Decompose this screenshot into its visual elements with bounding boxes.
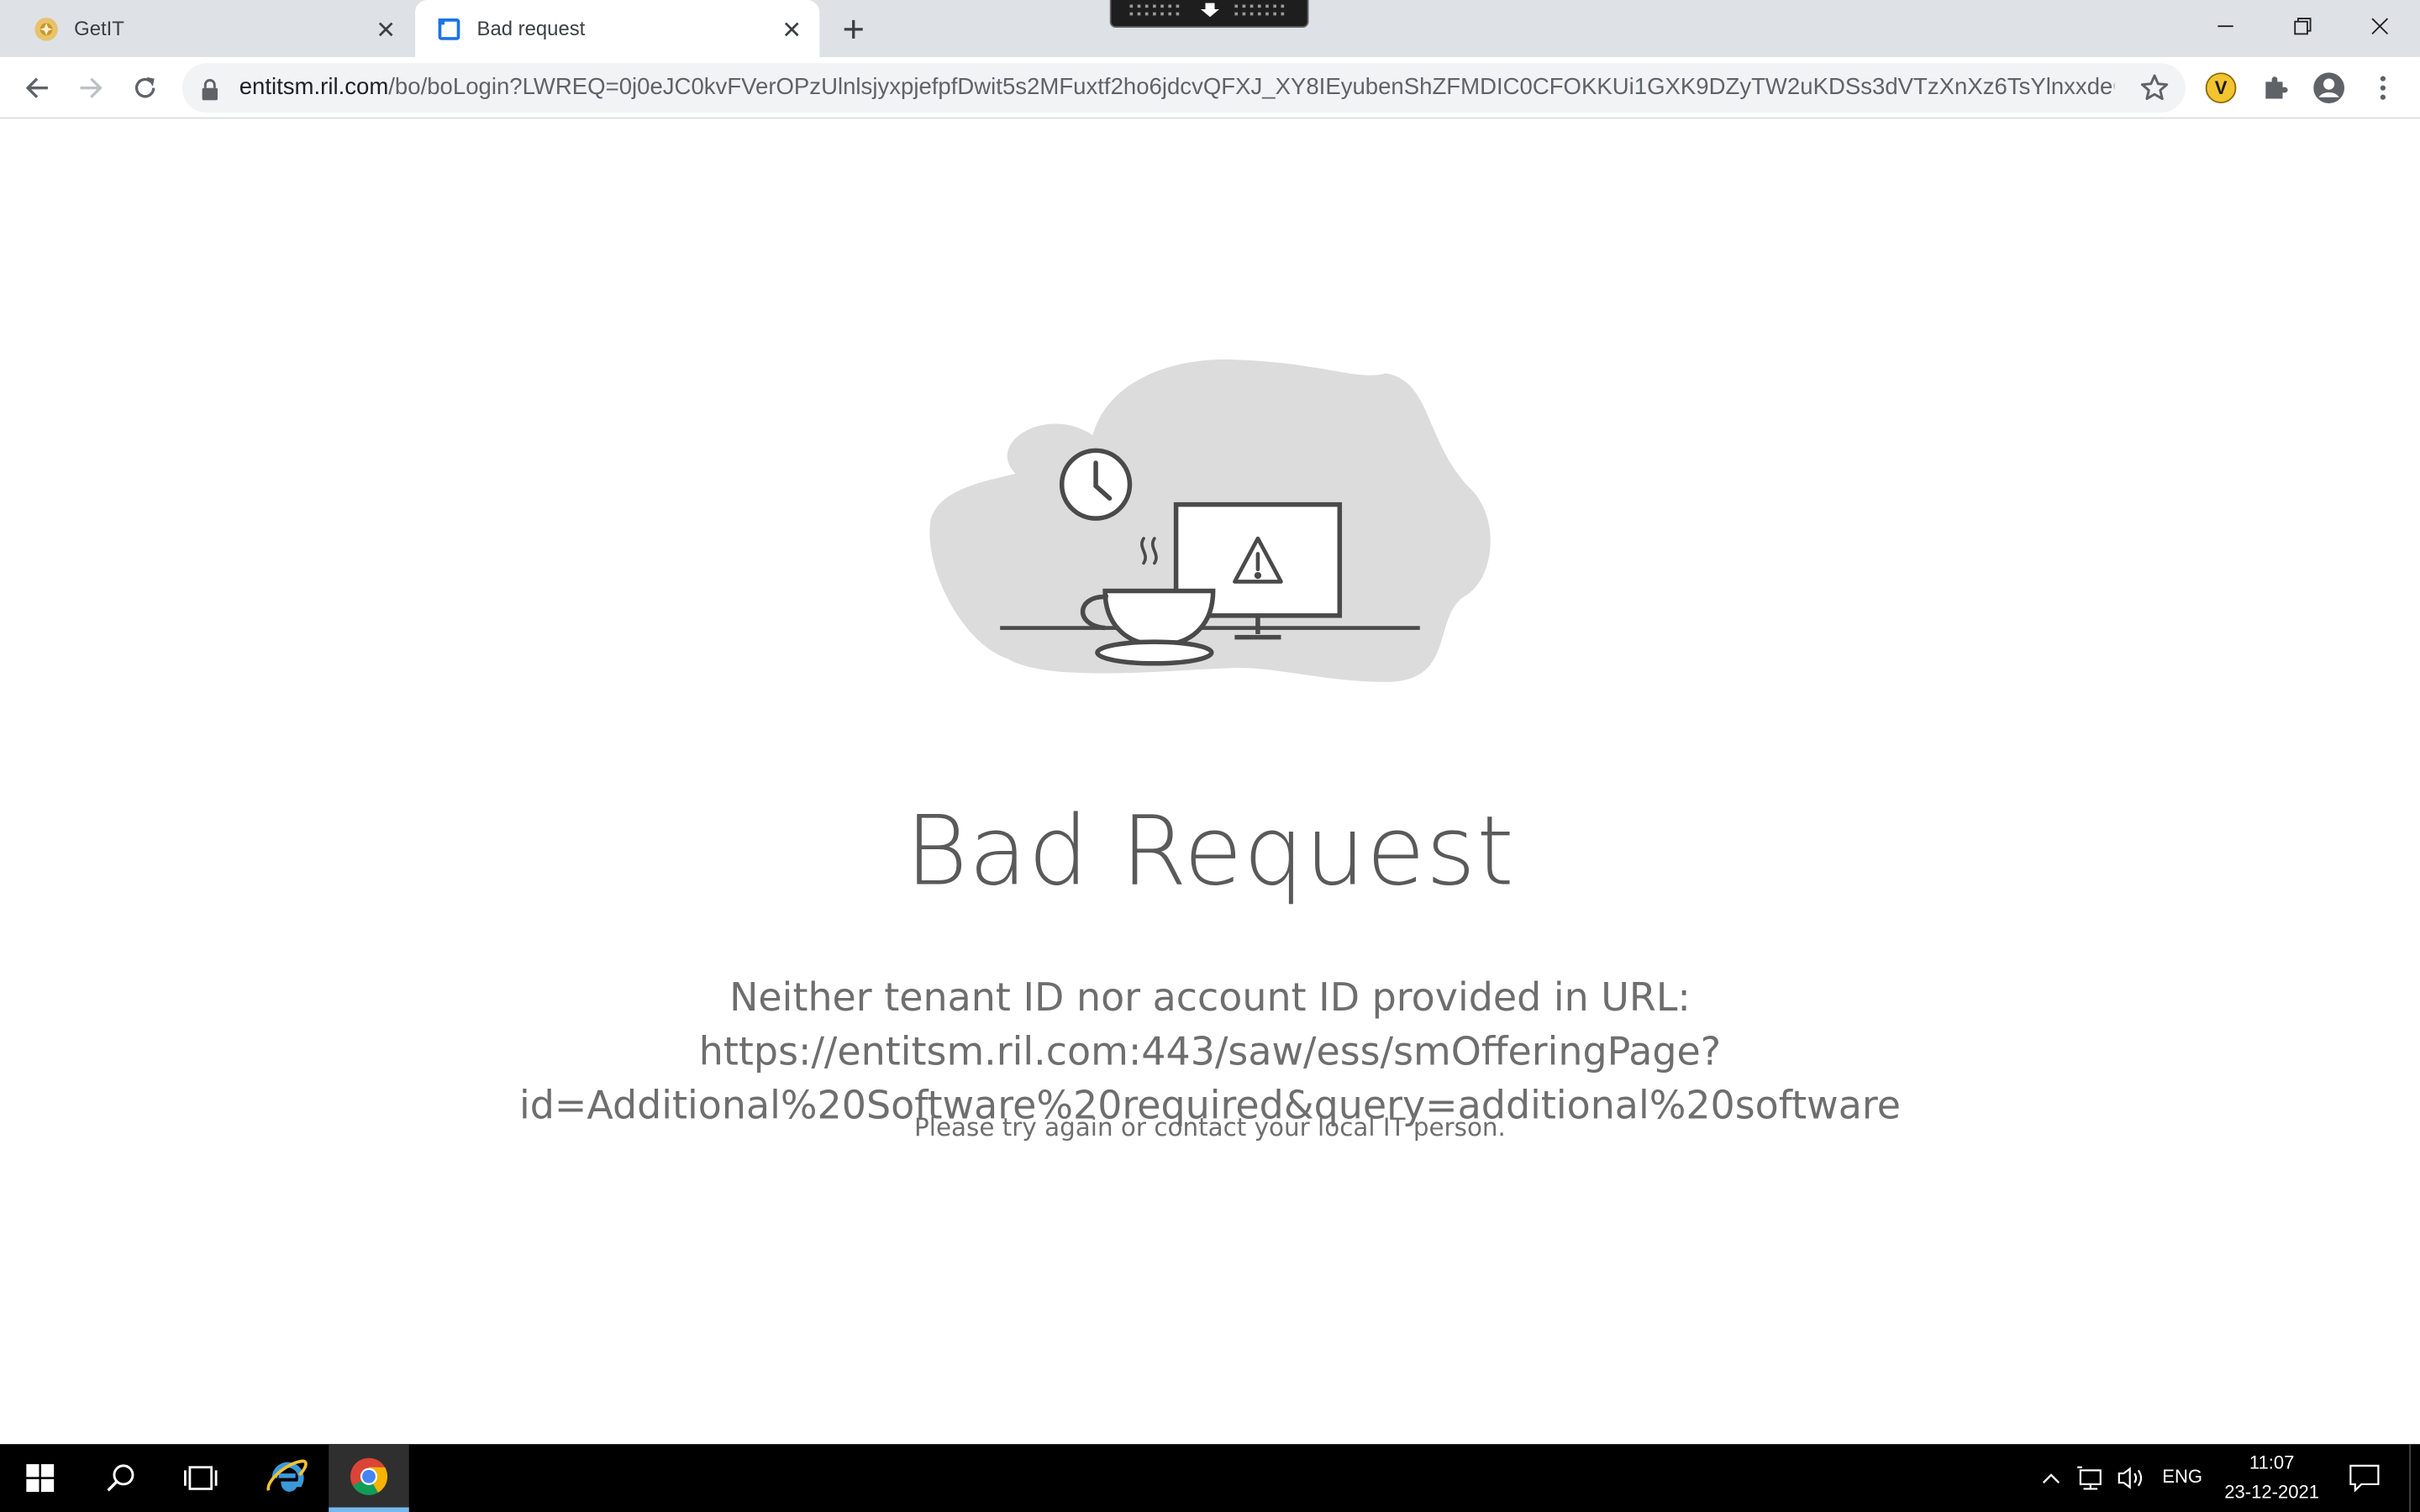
screen: GetIT Bad request entitsm.ril.com/bo/boL… bbox=[0, 0, 2420, 1512]
tab-getit[interactable]: GetIT bbox=[13, 0, 414, 57]
clock-date[interactable]: 23-12-2021 bbox=[2217, 1481, 2326, 1503]
minimize-button[interactable] bbox=[2187, 0, 2265, 51]
extension-badge: V bbox=[2215, 77, 2228, 98]
reload-button[interactable] bbox=[124, 66, 166, 109]
url-host: entitsm.ril.com bbox=[239, 74, 389, 101]
new-tab-button[interactable] bbox=[835, 11, 872, 48]
chrome-taskbar-icon[interactable] bbox=[329, 1444, 409, 1512]
windows-taskbar: ENG 11:07 23-12-2021 bbox=[0, 1444, 2420, 1512]
menu-kebab-icon[interactable] bbox=[2361, 66, 2404, 109]
address-bar[interactable]: entitsm.ril.com/bo/boLogin?LWREQ=0j0eJC0… bbox=[182, 63, 2186, 113]
error-message-line-1: Neither tenant ID nor account ID provide… bbox=[698, 974, 1722, 1074]
coffee-break-illustration bbox=[929, 359, 1491, 682]
profile-avatar-icon[interactable] bbox=[2307, 66, 2350, 109]
tab-strip: GetIT Bad request bbox=[0, 0, 2420, 57]
tab-bad-request[interactable]: Bad request bbox=[415, 0, 820, 57]
start-button[interactable] bbox=[0, 1444, 81, 1512]
error-message: Neither tenant ID nor account ID provide… bbox=[232, 970, 2189, 1132]
input-language[interactable]: ENG bbox=[2162, 1466, 2202, 1488]
getit-favicon-icon bbox=[34, 16, 58, 40]
tab-title: GetIT bbox=[74, 17, 124, 40]
page-favicon-icon bbox=[437, 16, 461, 40]
volume-icon[interactable] bbox=[2112, 1444, 2152, 1512]
clock-time[interactable]: 11:07 bbox=[2224, 1452, 2320, 1473]
page-title: Bad Request bbox=[905, 794, 1515, 907]
close-tab-icon[interactable] bbox=[371, 13, 402, 45]
show-desktop-strip[interactable] bbox=[2409, 1444, 2420, 1512]
extension-v-icon[interactable]: V bbox=[2199, 66, 2242, 109]
lock-icon[interactable] bbox=[201, 77, 219, 107]
clock-icon bbox=[1059, 448, 1133, 521]
tab-title: Bad request bbox=[476, 17, 586, 40]
browser-toolbar: entitsm.ril.com/bo/boLogin?LWREQ=0j0eJC0… bbox=[0, 56, 2420, 119]
forward-button[interactable] bbox=[70, 66, 113, 109]
url-text[interactable]: entitsm.ril.com/bo/boLogin?LWREQ=0j0eJC0… bbox=[239, 63, 2115, 113]
bookmark-star-icon[interactable] bbox=[2139, 72, 2170, 109]
help-hint: Please try again or contact your local I… bbox=[914, 1112, 1506, 1142]
close-tab-icon[interactable] bbox=[776, 13, 808, 45]
show-hidden-icons-button[interactable] bbox=[2034, 1444, 2068, 1512]
restore-button[interactable] bbox=[2264, 0, 2341, 51]
network-icon[interactable] bbox=[2071, 1444, 2112, 1512]
error-page: Bad Request Neither tenant ID nor accoun… bbox=[0, 118, 2420, 1445]
task-view-button[interactable] bbox=[160, 1444, 241, 1512]
back-button[interactable] bbox=[15, 66, 58, 109]
url-path: /bo/boLogin?LWREQ=0j0eJC0kvFVerOPzUlnlsj… bbox=[388, 74, 2115, 101]
notifications-icon[interactable] bbox=[2341, 1444, 2387, 1512]
remote-session-bar[interactable] bbox=[1109, 0, 1309, 29]
close-window-button[interactable] bbox=[2341, 0, 2418, 51]
extensions-puzzle-icon[interactable] bbox=[2254, 66, 2296, 109]
internet-explorer-icon[interactable] bbox=[247, 1444, 328, 1512]
search-button[interactable] bbox=[81, 1444, 161, 1512]
